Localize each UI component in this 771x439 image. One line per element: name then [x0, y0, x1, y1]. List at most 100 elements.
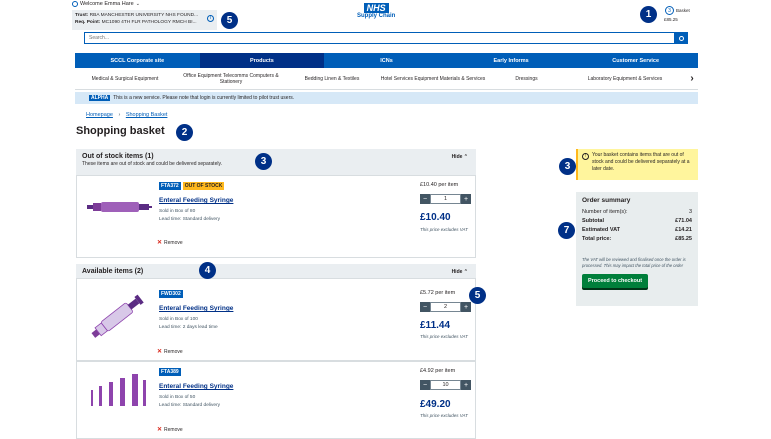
summary-subtotal-label: Subtotal: [582, 217, 604, 224]
ex-vat-note: This price excludes VAT: [420, 334, 468, 339]
remove-button[interactable]: ✕ Remove: [157, 348, 183, 355]
summary-vat-row: Estimated VAT £14.21: [582, 225, 692, 234]
summary-total-label: Total price:: [582, 235, 612, 242]
remove-label: Remove: [164, 349, 183, 355]
quantity-input[interactable]: 10: [430, 380, 461, 390]
nhs-logo-box: NHS: [363, 3, 389, 13]
minus-icon[interactable]: −: [420, 302, 430, 312]
trust-value: RBA MANCHESTER UNIVERSITY NHS FOUND...: [89, 13, 199, 18]
chevron-up-icon: ⌃: [463, 154, 468, 160]
line-total: £11.44: [420, 320, 451, 331]
remove-label: Remove: [164, 240, 183, 246]
remove-button[interactable]: ✕ Remove: [157, 426, 183, 433]
summary-items-value: 3: [688, 208, 692, 215]
unit-price: £10.40 per item: [420, 182, 459, 188]
remove-label: Remove: [164, 427, 183, 433]
product-code-badge: FTA389: [159, 368, 181, 376]
hide-label: Hide: [451, 269, 463, 275]
category-laboratory[interactable]: Laboratory Equipment & Services: [564, 69, 686, 89]
quantity-stepper: − 2 +: [420, 302, 471, 312]
product-card-fwd302: FWD302 Enteral Feeding Syringe Sold in B…: [76, 279, 476, 361]
alpha-text: This is a new service. Please note that …: [113, 95, 295, 101]
callout-1: 1: [640, 6, 657, 23]
product-name-link[interactable]: Enteral Feeding Syringe: [159, 305, 233, 312]
breadcrumb-separator: ›: [118, 112, 121, 118]
quantity-stepper: − 10 +: [420, 380, 471, 390]
category-nav: Medical & Surgical Equipment Office Equi…: [75, 69, 698, 90]
tab-products[interactable]: Products: [199, 53, 325, 68]
req-point-value: MC1090 4TH FLR PATHOLOGY RMCH BI...: [101, 20, 197, 25]
plus-icon[interactable]: +: [461, 302, 471, 312]
category-office[interactable]: Office Equipment Telecomms Computers & S…: [175, 69, 287, 89]
basket-button[interactable]: 3 Basket £85.25: [662, 5, 692, 25]
plus-icon[interactable]: +: [461, 194, 471, 204]
hide-out-of-stock-toggle[interactable]: Hide ⌃: [452, 154, 468, 160]
line-total: £49.20: [420, 399, 451, 410]
summary-total-row: Total price: £85.25: [582, 234, 692, 243]
quantity-input[interactable]: 2: [430, 302, 461, 312]
callout-4: 4: [199, 262, 216, 279]
product-badges: FWD302: [159, 290, 183, 298]
minus-icon[interactable]: −: [420, 380, 430, 390]
breadcrumb-current[interactable]: Shopping Basket: [126, 112, 168, 118]
proceed-to-checkout-button[interactable]: Proceed to checkout: [582, 274, 649, 288]
welcome-text: Welcome Emma Hare: [80, 1, 134, 7]
nhs-logo[interactable]: NHS Supply Chain: [357, 3, 395, 19]
search-icon: [679, 35, 684, 41]
search-button[interactable]: [675, 32, 688, 44]
product-code-badge: FWD302: [159, 290, 183, 298]
ex-vat-note: This price excludes VAT: [420, 413, 468, 418]
info-icon[interactable]: i: [207, 15, 214, 22]
basket-label: Basket: [676, 8, 690, 13]
product-name-link[interactable]: Enteral Feeding Syringe: [159, 383, 233, 390]
syringe-image: [91, 294, 144, 338]
quantity-stepper: − 1 +: [420, 194, 471, 204]
user-menu[interactable]: Welcome Emma Hare ⌄: [72, 1, 140, 7]
product-sold-in: Sold in Box of 50: [159, 395, 196, 400]
warning-icon: !: [582, 153, 589, 160]
line-total: £10.40: [420, 212, 451, 223]
ex-vat-note: This price excludes VAT: [420, 227, 468, 232]
summary-total-value: £85.25: [675, 235, 692, 242]
req-point-label: Req. Point:: [75, 20, 101, 25]
out-of-stock-warning: ! Your basket contains items that are ou…: [576, 149, 698, 180]
hide-available-toggle[interactable]: Hide ⌃: [452, 269, 468, 275]
callout-3a: 3: [255, 153, 272, 170]
category-hotel[interactable]: Hotel Services Equipment Materials & Ser…: [377, 69, 489, 89]
search-input[interactable]: [84, 32, 675, 44]
callout-2: 2: [176, 124, 193, 141]
trust-selector[interactable]: Trust: RBA MANCHESTER UNIVERSITY NHS FOU…: [72, 10, 217, 30]
product-sold-in: Sold in Box of 100: [159, 317, 198, 322]
basket-count: 3: [668, 7, 671, 14]
available-header: Available items (2) Hide ⌃: [76, 264, 476, 279]
nhs-logo-subtitle: Supply Chain: [357, 13, 396, 19]
user-icon: [72, 1, 78, 7]
product-sold-in: Sold in Box of 80: [159, 209, 196, 214]
tab-early-informs[interactable]: Early Informs: [449, 53, 574, 68]
product-badges: FTA372 OUT OF STOCK: [159, 182, 225, 190]
tab-sccl-corporate[interactable]: SCCL Corporate site: [75, 53, 200, 68]
chevron-up-icon: ⌃: [463, 269, 468, 275]
out-of-stock-desc: These items are out of stock and could b…: [82, 161, 222, 167]
tab-icns[interactable]: ICNs: [324, 53, 449, 68]
callout-3b: 3: [559, 158, 576, 175]
chevron-right-icon[interactable]: ›: [686, 69, 698, 89]
summary-vat-note: The VAT will be reviewed and finalised o…: [582, 257, 686, 268]
minus-icon[interactable]: −: [420, 194, 430, 204]
plus-icon[interactable]: +: [461, 380, 471, 390]
category-medical[interactable]: Medical & Surgical Equipment: [75, 69, 175, 89]
product-name-link[interactable]: Enteral Feeding Syringe: [159, 197, 233, 204]
alpha-tag: ALPHA: [89, 95, 111, 101]
summary-items-label: Number of item(s):: [582, 208, 628, 215]
remove-x-icon: ✕: [157, 427, 163, 433]
remove-button[interactable]: ✕ Remove: [157, 239, 183, 246]
tab-customer-service[interactable]: Customer Service: [573, 53, 698, 68]
category-bedding[interactable]: Bedding Linen & Textiles: [287, 69, 377, 89]
out-of-stock-header: Out of stock items (1) These items are o…: [76, 149, 476, 176]
remove-x-icon: ✕: [157, 349, 163, 355]
out-of-stock-badge: OUT OF STOCK: [182, 182, 225, 190]
category-dressings[interactable]: Dressings: [489, 69, 564, 89]
quantity-input[interactable]: 1: [430, 194, 461, 204]
product-lead-time: Lead time: Standard delivery: [159, 217, 221, 222]
breadcrumb-home[interactable]: Homepage: [86, 112, 113, 118]
